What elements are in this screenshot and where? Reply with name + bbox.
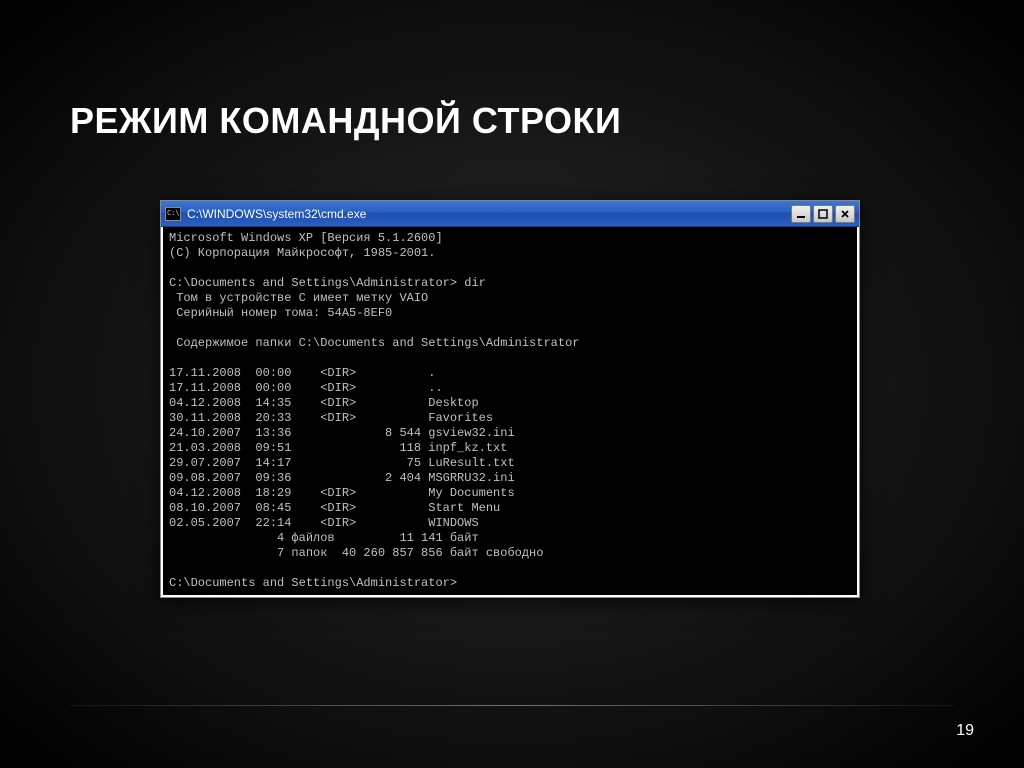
window-controls	[791, 205, 855, 223]
cmd-icon	[165, 207, 181, 221]
footer-divider	[70, 705, 954, 706]
minimize-button[interactable]	[791, 205, 811, 223]
window-titlebar: C:\WINDOWS\system32\cmd.exe	[161, 201, 859, 227]
close-button[interactable]	[835, 205, 855, 223]
slide-title: РЕЖИМ КОМАНДНОЙ СТРОКИ	[70, 100, 621, 142]
slide-number: 19	[956, 722, 974, 740]
cmd-window: C:\WINDOWS\system32\cmd.exe Microsoft Wi…	[160, 200, 860, 598]
window-title: C:\WINDOWS\system32\cmd.exe	[187, 207, 791, 221]
console-output[interactable]: Microsoft Windows XP [Версия 5.1.2600] (…	[161, 227, 859, 597]
maximize-button[interactable]	[813, 205, 833, 223]
